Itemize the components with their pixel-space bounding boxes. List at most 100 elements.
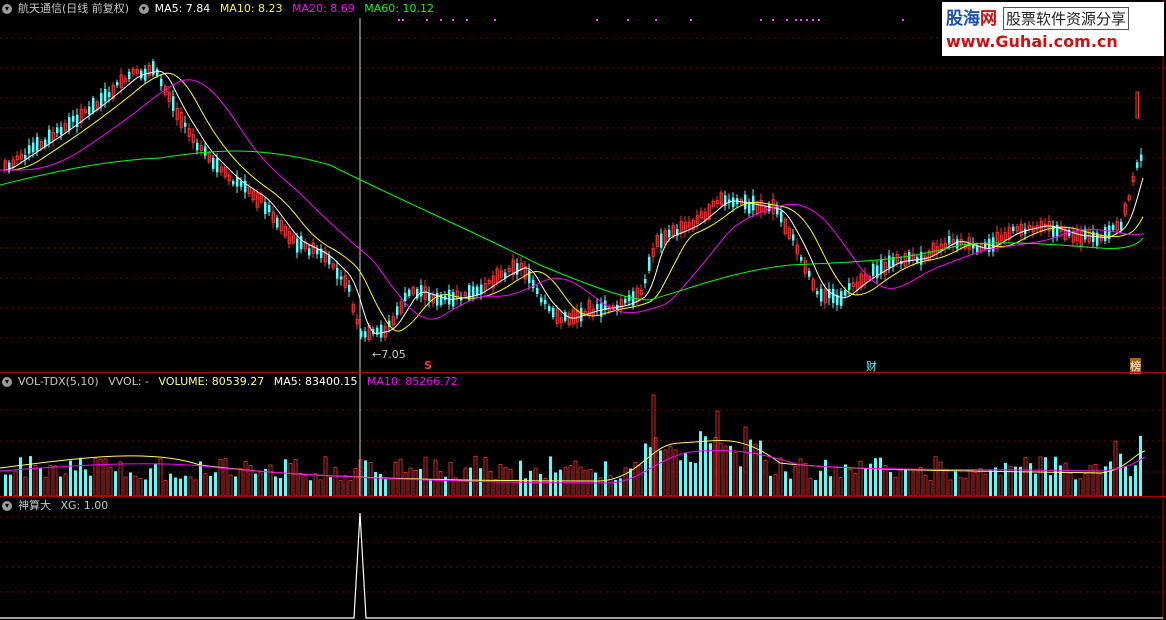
ma10-value: MA10: 8.23 (219, 2, 283, 15)
ma5-line (0, 70, 1144, 334)
volume-bar (238, 468, 243, 496)
indicator-chart-canvas[interactable] (0, 497, 1166, 620)
volume-chart-canvas[interactable] (0, 373, 1166, 496)
candle-body (428, 293, 431, 301)
volume-bar (938, 461, 943, 496)
candle-body (440, 294, 443, 305)
volume-bar (978, 468, 983, 496)
volume-bar (989, 470, 992, 496)
volume-bar (1119, 453, 1122, 496)
volume-bar (13, 470, 18, 496)
candle-body (276, 217, 279, 228)
signal-dot (800, 19, 802, 21)
volume-bar (53, 465, 58, 496)
vvol-value: VVOL: - (108, 375, 150, 388)
volume-bar (1098, 473, 1103, 496)
volume-bar (243, 460, 248, 496)
volume-bar (789, 478, 792, 496)
volume-bar (1023, 457, 1028, 496)
candle-body (196, 142, 199, 151)
signal-dot (466, 19, 468, 21)
candle-body (992, 237, 995, 252)
signal-dot (655, 19, 657, 21)
candle-body (32, 142, 35, 153)
volume-bar (529, 470, 532, 496)
chevron-down-icon[interactable]: ▾ (138, 4, 149, 14)
volume-bar (759, 440, 762, 496)
price-chart-pane[interactable]: ▾ 航天通信(日线 前复权) ▾ MA5: 7.84 MA10: 8.23 MA20… (0, 0, 1166, 374)
volume-bar (329, 477, 332, 496)
volume-bar (9, 474, 12, 496)
volume-bar (713, 436, 718, 496)
volume-bar (933, 456, 938, 496)
volume-bar (829, 476, 832, 496)
candle-body (92, 97, 95, 113)
candle-body (1136, 162, 1139, 168)
candle-body (872, 263, 875, 276)
volume-bar (63, 473, 68, 496)
volume-pane[interactable]: ▾ VOL-TDX(5,10) VVOL: - VOLUME: 80539.27 … (0, 372, 1166, 496)
volume-bar (904, 469, 907, 496)
volume-bar (59, 476, 62, 496)
chevron-down-icon[interactable]: ▾ (2, 501, 12, 511)
volume-bar (604, 461, 607, 496)
candle-body (316, 249, 319, 255)
ma20-value: MA20: 8.69 (292, 2, 355, 15)
volume-bar (23, 476, 28, 496)
volume-bar (318, 479, 323, 496)
volume-bar (174, 477, 177, 496)
volume-bar (438, 471, 443, 496)
volume-bar (743, 426, 748, 496)
candle-body (268, 205, 271, 213)
volume-bar (739, 466, 742, 496)
candle-body (240, 181, 243, 187)
candle-body (108, 92, 111, 97)
volume-bar (749, 439, 752, 496)
candle-body (408, 289, 411, 297)
volume-bar (154, 463, 157, 496)
candle-body (1135, 91, 1139, 119)
volume-bar (563, 466, 568, 496)
candle-body (72, 115, 75, 122)
signal-dot (596, 19, 598, 21)
volume-bar (258, 472, 263, 496)
volume-bar (144, 479, 147, 496)
signal-dot (818, 19, 820, 21)
candle-body (820, 288, 823, 302)
candle-body (732, 197, 735, 208)
signal-dot (402, 19, 404, 21)
volume-bar (844, 464, 847, 496)
candle-body (752, 195, 755, 211)
volume-bar (309, 480, 312, 496)
volume-bar (883, 465, 888, 496)
candle-body (552, 308, 555, 318)
volume-bar (923, 474, 928, 496)
candle-body (396, 306, 399, 316)
volume-bar (853, 472, 858, 496)
volume-bar (348, 480, 353, 496)
volume-bar (293, 459, 298, 496)
candle-body (184, 122, 187, 127)
volume-bar (158, 458, 163, 496)
volume-bar (138, 478, 143, 496)
volume-bar (199, 461, 202, 496)
chevron-down-icon[interactable]: ▾ (2, 377, 12, 387)
ma10-line (0, 72, 1144, 332)
volume-bar (274, 476, 277, 496)
candle-body (844, 290, 847, 296)
volume-bar (864, 468, 867, 496)
volume-bar (699, 431, 702, 496)
volume-bar (1063, 462, 1068, 496)
signal-s-marker[interactable]: S (424, 359, 432, 372)
volume-bar (1129, 476, 1132, 496)
volume-bar (638, 465, 643, 496)
volume-bar (323, 456, 328, 496)
candle-body (348, 285, 351, 292)
volume-bar (1078, 478, 1083, 496)
volume-bar (488, 471, 493, 496)
chevron-down-icon[interactable]: ▾ (2, 4, 12, 14)
candle-body (336, 267, 339, 279)
volume-bar (1068, 472, 1073, 496)
indicator-pane[interactable]: ▾ 神算大 XG: 1.00 (0, 496, 1166, 620)
signal-dot (494, 19, 496, 21)
